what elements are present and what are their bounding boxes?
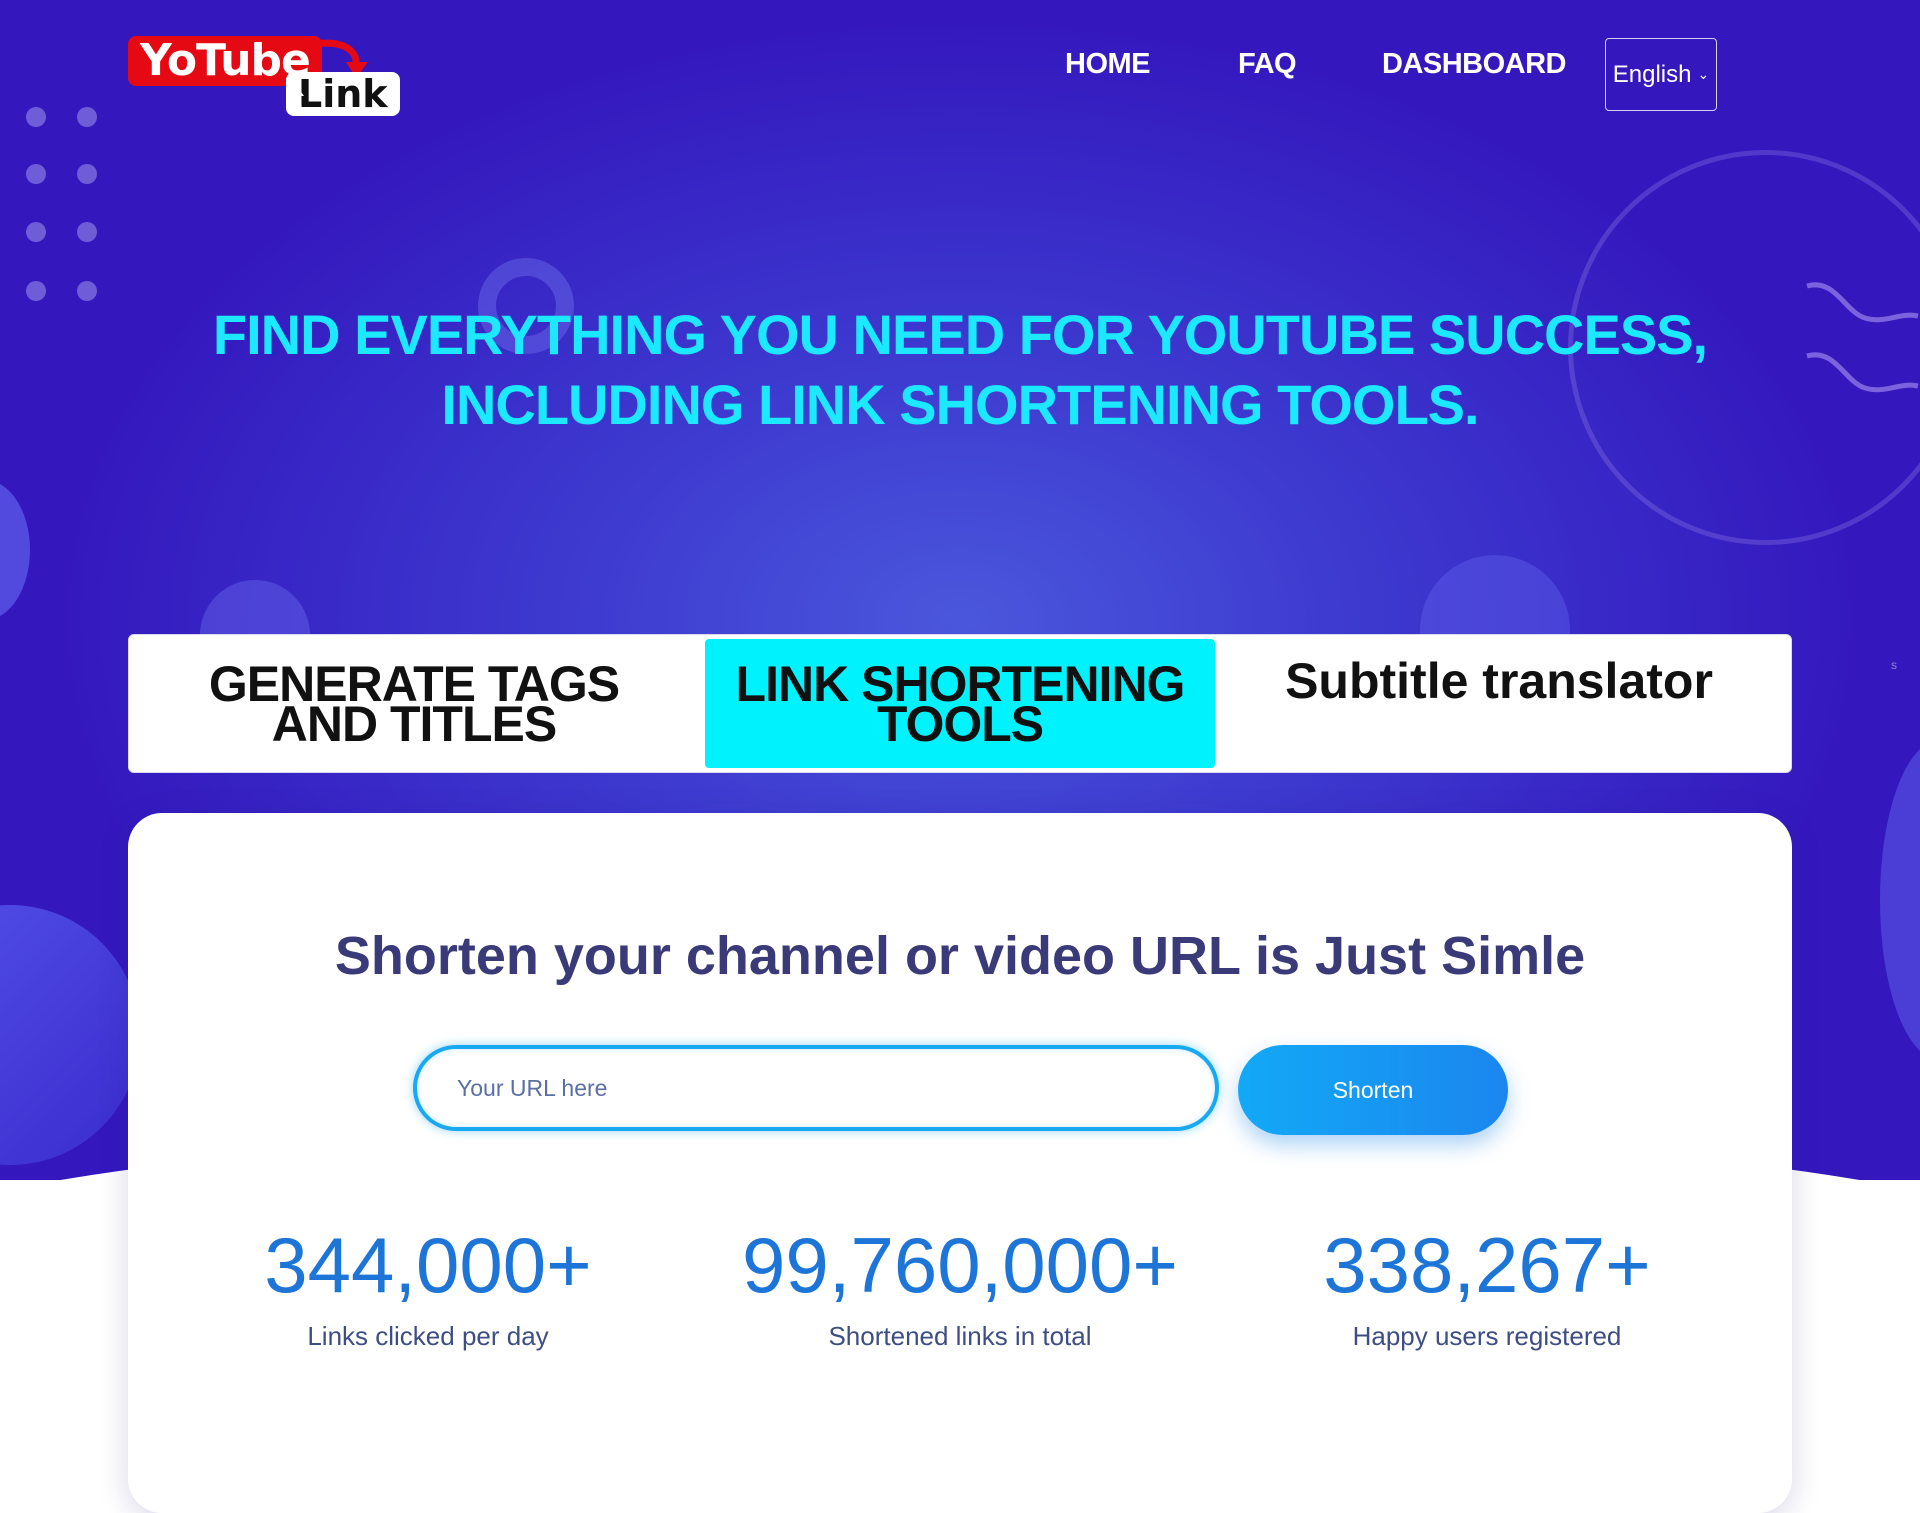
stat-links-clicked: 344,000+ Links clicked per day: [158, 1223, 698, 1352]
site-logo[interactable]: YoTube Link: [126, 32, 431, 118]
decorative-dot: [77, 281, 97, 301]
stat-label: Happy users registered: [1352, 1321, 1622, 1351]
tab-label: Subtitle translator: [1285, 653, 1713, 709]
shorten-button[interactable]: Shorten: [1238, 1045, 1508, 1135]
decorative-dot: [77, 164, 97, 184]
tab-link-shortening-tools[interactable]: LINK SHORTENING TOOLS: [705, 639, 1215, 768]
decorative-wave-icon: [1806, 282, 1919, 393]
decorative-dot: [26, 107, 46, 127]
tool-tabs: GENERATE TAGS AND TITLES LINK SHORTENING…: [128, 634, 1792, 773]
hero-headline-line1: FIND EVERYTHING YOU NEED FOR YOUTUBE SUC…: [212, 303, 1708, 366]
decorative-dot: [77, 222, 97, 242]
stray-glyph: s: [1891, 658, 1897, 672]
stat-value: 338,267+: [1323, 1221, 1651, 1309]
hero-headline: FIND EVERYTHING YOU NEED FOR YOUTUBE SUC…: [150, 300, 1770, 440]
language-select[interactable]: English ⌄: [1605, 38, 1717, 111]
stat-shortened-links: 99,760,000+ Shortened links in total: [690, 1223, 1230, 1352]
decorative-dot: [77, 107, 97, 127]
stat-label: Links clicked per day: [307, 1321, 549, 1351]
stat-value: 99,760,000+: [742, 1221, 1178, 1309]
tab-subtitle-translator[interactable]: Subtitle translator: [1239, 639, 1759, 768]
hero-headline-line2: INCLUDING LINK SHORTENING TOOLS.: [441, 373, 1479, 436]
decorative-dot: [26, 164, 46, 184]
nav-home-link[interactable]: HOME: [1065, 48, 1151, 81]
stat-happy-users: 338,267+ Happy users registered: [1217, 1223, 1757, 1352]
chevron-down-icon: ⌄: [1697, 66, 1710, 82]
shortener-title: Shorten your channel or video URL is Jus…: [334, 926, 1586, 986]
tab-generate-tags-and-titles[interactable]: GENERATE TAGS AND TITLES: [169, 639, 659, 768]
language-select-value: English: [1612, 60, 1692, 88]
stat-value: 344,000+: [264, 1221, 592, 1309]
decorative-dot: [26, 281, 46, 301]
stat-label: Shortened links in total: [828, 1321, 1092, 1351]
decorative-blob: [0, 905, 140, 1165]
url-input[interactable]: [413, 1045, 1219, 1131]
shortener-card: Shorten your channel or video URL is Jus…: [128, 813, 1792, 1513]
logo-return-arrow-icon: [286, 82, 321, 116]
decorative-blob: [0, 480, 30, 620]
decorative-dot: [26, 222, 46, 242]
nav-faq-link[interactable]: FAQ: [1238, 48, 1297, 81]
decorative-blob: [1880, 740, 1920, 1060]
nav-dashboard-link[interactable]: DASHBOARD: [1382, 48, 1567, 81]
